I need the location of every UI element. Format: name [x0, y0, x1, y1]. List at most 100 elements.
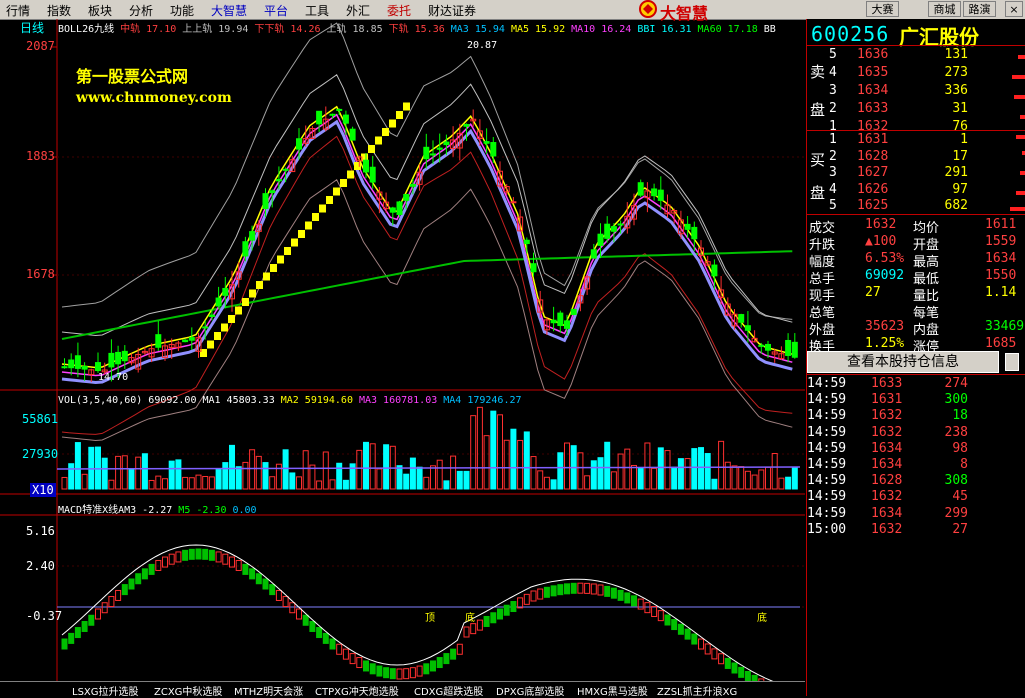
macd-bar [590, 583, 597, 595]
candle-body [604, 223, 611, 239]
macd-info-line: MACD特准X线AM3 -2.27 M5 -2.30 0.00 [58, 501, 263, 516]
holdings-extra-button[interactable] [1005, 353, 1019, 371]
candle-body [791, 341, 798, 358]
tick-price: 1633 [871, 376, 903, 391]
menu-analysis[interactable]: 分析 [129, 2, 153, 19]
menu-forex[interactable]: 外汇 [346, 2, 370, 19]
tick-price: 1632 [871, 521, 903, 537]
buy-price: 1631 [857, 132, 889, 147]
macd-bar [95, 608, 101, 620]
macd-bar [557, 584, 564, 596]
volume-bar [791, 467, 798, 490]
quote-value: 1.25% [865, 336, 905, 351]
macd-bar [570, 582, 577, 594]
period-label[interactable]: 日线 [20, 19, 44, 36]
volume-bar [517, 439, 524, 490]
volume-bar [175, 459, 182, 490]
candle-body [597, 233, 604, 246]
menu-broker[interactable]: 财达证券 [428, 2, 476, 19]
tick-time: 14:59 [807, 392, 847, 408]
candle-body [262, 193, 269, 209]
menu-index[interactable]: 指数 [47, 2, 71, 19]
volume-bar [255, 455, 262, 490]
candle-body [269, 190, 276, 194]
macd-bar [651, 606, 658, 618]
roadshow-button[interactable]: 路演 [963, 1, 996, 17]
buy-price: 1628 [857, 148, 889, 164]
buy-side-label-1: 买 [810, 151, 826, 169]
volume-bar [610, 471, 617, 490]
menu-platform[interactable]: 平台 [264, 2, 288, 19]
macd-bar [175, 551, 182, 563]
macd-bar [490, 612, 497, 624]
depth-bar [1012, 75, 1025, 79]
signal-block [319, 204, 326, 213]
buy-side-label-2: 盘 [810, 184, 826, 202]
sell-price: 1633 [857, 101, 889, 116]
stock-code[interactable]: 600256 [811, 22, 889, 46]
tick-volume: 45 [952, 489, 968, 505]
menu-quotes[interactable]: 行情 [6, 2, 30, 19]
buy-volume: 17 [952, 148, 968, 164]
volume-bar [731, 465, 738, 490]
sell-side-label-2: 盘 [810, 101, 826, 119]
menu-functions[interactable]: 功能 [170, 2, 194, 19]
chart-canvas[interactable] [0, 19, 805, 686]
macd-bar [168, 553, 175, 565]
view-holdings-button[interactable]: 查看本股持仓信息 [807, 351, 999, 373]
candle-body [691, 226, 698, 240]
low-price-mark: 14.70 [98, 372, 129, 383]
buy-volume: 1 [960, 132, 968, 147]
tick-price: 1634 [871, 505, 903, 521]
volume-bar [671, 466, 678, 490]
divider [807, 374, 1025, 375]
volume-bar [510, 428, 517, 490]
buy-level: 4 [829, 181, 837, 197]
macd-bar [744, 670, 751, 682]
tick-volume: 308 [944, 473, 968, 489]
contest-button[interactable]: 大赛 [866, 1, 899, 17]
macd-bar [242, 563, 249, 575]
chart-area[interactable]: 日线 BOLL26九线 中轨 17.10 上上轨 19.94 下下轨 14.26 上轨 … [0, 19, 805, 686]
tick-price: 1634 [871, 440, 903, 456]
tick-volume: 98 [952, 440, 968, 456]
volume-bar [758, 469, 765, 490]
watermark-url: www.chnmoney.com [76, 90, 232, 106]
signal-block [396, 111, 403, 119]
volume-bar [262, 462, 269, 490]
macd-bar [604, 585, 611, 597]
vol-indicator: MA1 45803.33 [202, 395, 275, 406]
boll-info-line: BOLL26九线 中轨 17.10 上上轨 19.94 下下轨 14.26 上轨 18.… [58, 20, 782, 35]
boll-indicator: 上轨 18.85 [326, 24, 383, 35]
candle-body [342, 114, 349, 124]
signal-block [242, 298, 249, 306]
macd-bar [74, 627, 81, 639]
buy-volume: 97 [952, 181, 968, 197]
menu-dzh[interactable]: 大智慧 [211, 2, 247, 19]
macd-bar [577, 582, 584, 594]
signal-block [347, 170, 354, 179]
close-button[interactable]: × [1005, 1, 1023, 17]
candle-body [336, 108, 343, 111]
candle-body [188, 337, 195, 341]
vol-indicator: MA3 160781.03 [358, 395, 438, 406]
menu-sector[interactable]: 板块 [88, 2, 112, 19]
signal-block [326, 196, 333, 204]
buy-level: 3 [829, 165, 837, 180]
signal-block [235, 306, 242, 315]
quote-value: 1632 [865, 217, 897, 232]
volume-bar [537, 470, 544, 490]
mall-button[interactable]: 商城 [928, 1, 961, 17]
signal-block [270, 264, 277, 272]
menu-trade[interactable]: 委托 [387, 2, 411, 19]
vol-scale-label[interactable]: X10 [30, 483, 56, 497]
volume-bar [631, 464, 637, 490]
volume-bar [423, 476, 430, 490]
buy-price: 1627 [857, 165, 889, 180]
candle-body [242, 241, 249, 257]
volume-bar [597, 457, 604, 490]
menu-tools[interactable]: 工具 [305, 2, 329, 19]
quote-value: 6.53% [865, 251, 905, 266]
boll-indicator: MA3 15.94 [450, 24, 505, 35]
macd-bar [115, 589, 122, 601]
